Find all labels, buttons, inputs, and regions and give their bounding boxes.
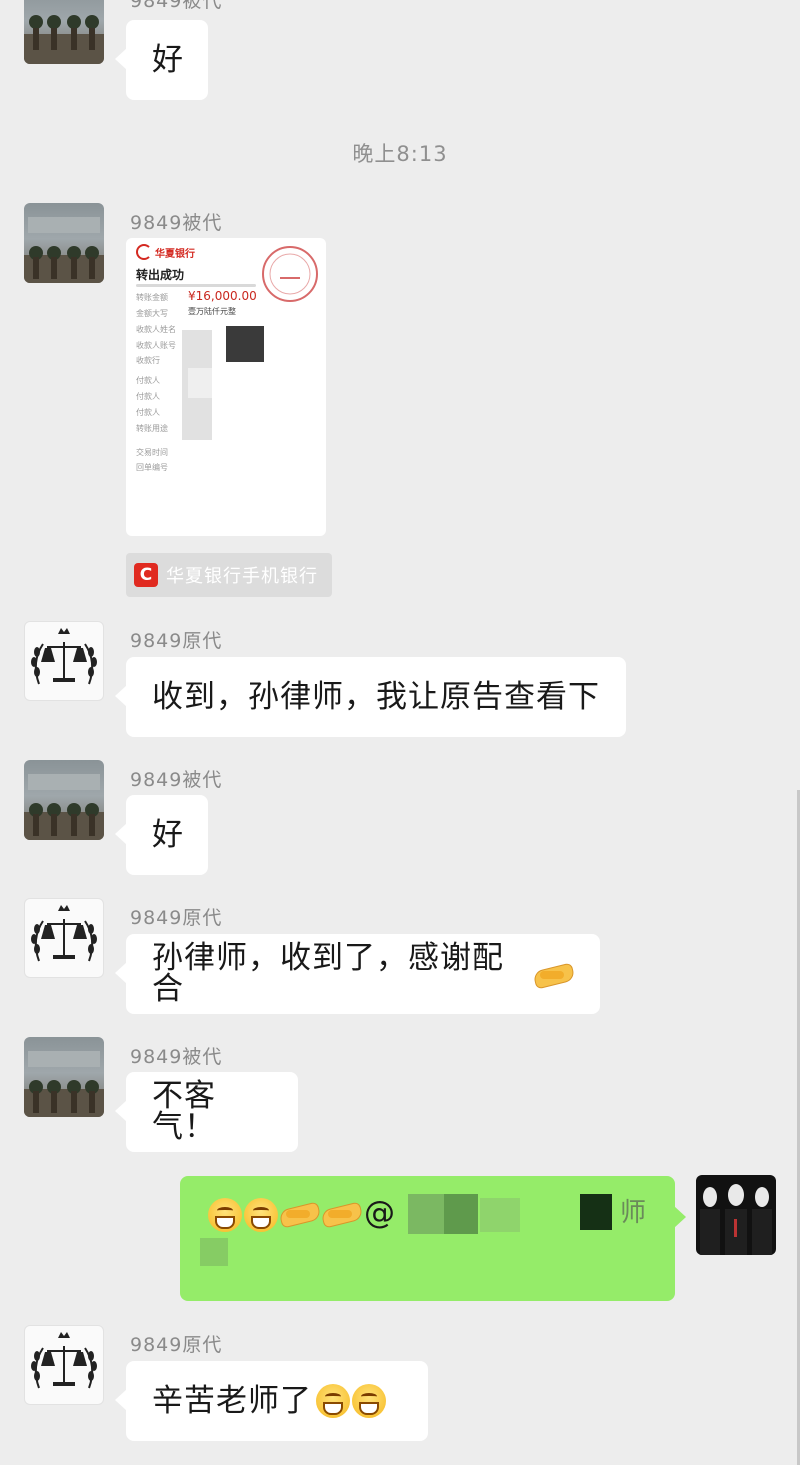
timestamp: 晚上8:13 — [352, 142, 448, 166]
amount-label: 转账金额 — [136, 293, 168, 302]
amount-upper: 壹万陆仟元整 — [188, 307, 236, 316]
message-text: 孙律师，收到了，感谢配合 — [152, 940, 504, 1007]
lawyer-avatar-icon — [24, 774, 104, 840]
mention-text: @ — [364, 1195, 396, 1231]
lawyer-avatar-icon — [24, 15, 104, 64]
sender-name: 9849原代 — [130, 630, 223, 652]
sender-name: 9849被代 — [130, 1046, 223, 1068]
payer-label: 付款人 — [136, 376, 160, 385]
avatar[interactable] — [24, 621, 104, 701]
sender-name: 9849被代 — [130, 212, 223, 234]
redaction-block — [480, 1198, 520, 1232]
bank-logo-icon — [136, 244, 152, 260]
sender-name: 9849被代 — [130, 769, 223, 791]
handshake-icon — [278, 1198, 320, 1228]
handshake-icon — [320, 1198, 362, 1228]
message-text: 好 — [152, 816, 184, 853]
redaction-block — [408, 1194, 444, 1234]
avatar[interactable] — [24, 1325, 104, 1405]
masked-figures-icon — [700, 1184, 772, 1255]
link-source-text: 华夏银行手机银行 — [166, 566, 318, 587]
handshake-icon — [532, 959, 574, 989]
message-text: 好 — [152, 41, 184, 78]
message-bubble[interactable]: 辛苦老师了 — [115, 1361, 428, 1441]
justice-scale-icon — [31, 1332, 97, 1389]
message-text: 辛苦老师了 — [152, 1382, 312, 1419]
sender-name: 9849原代 — [130, 907, 223, 929]
message-bubble[interactable]: 孙律师，收到了，感谢配合 — [115, 934, 600, 1014]
sender-name: 9849被代 — [130, 0, 223, 12]
bank-logo-icon: C — [134, 563, 158, 587]
grin-face-icon — [352, 1384, 386, 1418]
message-bubble[interactable]: 好 — [115, 795, 208, 875]
lawyer-avatar-icon — [24, 1051, 104, 1117]
bank-logo: 华夏银行 — [136, 244, 195, 260]
receipt-image[interactable]: 华夏银行 转出成功 转账金额 ¥16,000.00 金额大写 壹万陆仟元整 收款… — [126, 238, 326, 536]
grin-face-icon — [316, 1384, 350, 1418]
message-bubble[interactable]: 不客气！ — [115, 1072, 298, 1152]
link-source-bar[interactable]: C 华夏银行手机银行 — [126, 553, 332, 597]
bank-stamp-icon — [262, 246, 318, 302]
avatar-self[interactable] — [696, 1175, 776, 1255]
message-bubble[interactable]: 好 — [115, 20, 208, 100]
message-bubble[interactable]: 收到，孙律师，我让原告查看下 — [115, 657, 626, 737]
payer-bank-label: 付款人 — [136, 408, 160, 417]
receipt-amount: ¥16,000.00 — [188, 289, 257, 303]
note-label: 回单编号 — [136, 463, 168, 472]
purpose-label: 转账用途 — [136, 424, 168, 433]
shy-face-icon — [244, 1198, 278, 1232]
receipt-title: 转出成功 — [136, 268, 185, 282]
redaction-block — [188, 368, 212, 398]
redaction-block — [444, 1194, 478, 1234]
message-bubble-self[interactable]: @ 师 — [180, 1176, 686, 1301]
shy-face-icon — [208, 1198, 242, 1232]
avatar[interactable] — [24, 760, 104, 840]
redaction-block — [226, 326, 264, 362]
payee-account-label: 收款人账号 — [136, 341, 176, 350]
payee-name-label: 收款人姓名 — [136, 325, 176, 334]
sender-name: 9849原代 — [130, 1334, 223, 1356]
redaction-block — [200, 1238, 228, 1266]
receipt-line — [136, 284, 256, 287]
avatar[interactable] — [24, 0, 104, 64]
mention-trail: 师 — [620, 1198, 648, 1228]
avatar[interactable] — [24, 1037, 104, 1117]
justice-scale-icon — [31, 905, 97, 962]
avatar[interactable] — [24, 898, 104, 978]
upper-label: 金额大写 — [136, 309, 168, 318]
message-text: 收到，孙律师，我让原告查看下 — [152, 678, 600, 715]
redaction-block — [580, 1194, 612, 1230]
message-text: 不客气！ — [152, 1078, 216, 1145]
payer-account-label: 付款人 — [136, 392, 160, 401]
avatar[interactable] — [24, 203, 104, 283]
payee-bank-label: 收款行 — [136, 356, 160, 365]
justice-scale-icon — [31, 628, 97, 685]
lawyer-avatar-icon — [24, 217, 104, 283]
time-label: 交易时间 — [136, 448, 168, 457]
